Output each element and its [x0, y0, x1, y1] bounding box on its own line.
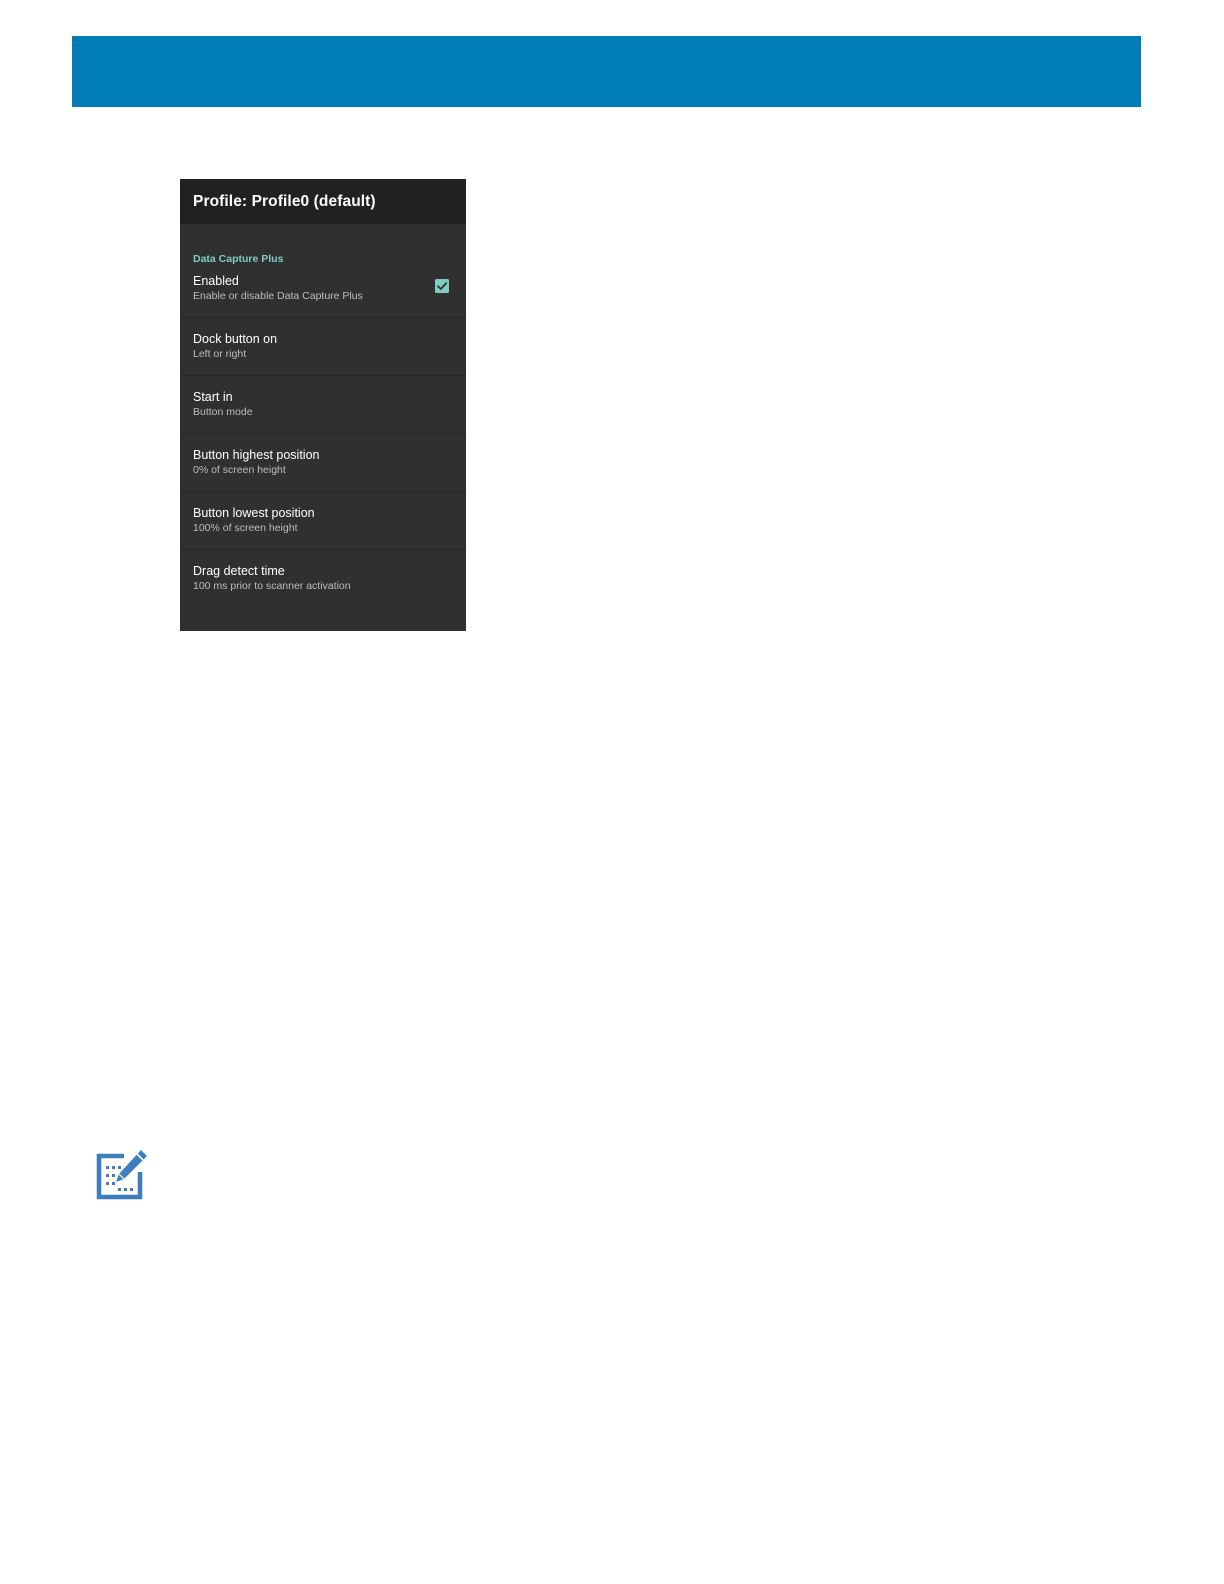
- pref-dock-button[interactable]: Dock button on Left or right: [180, 318, 466, 376]
- pref-title: Start in: [193, 390, 233, 404]
- pref-summary: Enable or disable Data Capture Plus: [193, 290, 363, 302]
- check-icon: [437, 282, 448, 290]
- preference-category: Data Capture Plus: [193, 253, 284, 265]
- pref-title: Enabled: [193, 274, 239, 288]
- pref-title: Button highest position: [193, 448, 320, 462]
- pref-title: Button lowest position: [193, 506, 315, 520]
- enabled-checkbox[interactable]: [435, 279, 449, 293]
- pref-summary: 0% of screen height: [193, 464, 286, 476]
- pref-title: Dock button on: [193, 332, 278, 346]
- pref-start-in[interactable]: Start in Button mode: [180, 376, 466, 434]
- pref-drag-detect-time[interactable]: Drag detect time 100 ms prior to scanner…: [180, 550, 466, 608]
- settings-screenshot: Profile: Profile0 (default) Data Capture…: [180, 179, 466, 631]
- pref-summary: 100% of screen height: [193, 522, 298, 534]
- note-pencil-icon: [96, 1150, 147, 1200]
- preference-list: Enabled Enable or disable Data Capture P…: [180, 272, 466, 608]
- pref-summary: Left or right: [193, 348, 247, 360]
- pref-button-lowest-position[interactable]: Button lowest position 100% of screen he…: [180, 492, 466, 550]
- pref-button-highest-position[interactable]: Button highest position 0% of screen hei…: [180, 434, 466, 492]
- app-bar: Profile: Profile0 (default): [180, 179, 466, 224]
- app-bar-title: Profile: Profile0 (default): [193, 192, 376, 210]
- pref-enabled[interactable]: Enabled Enable or disable Data Capture P…: [180, 272, 466, 318]
- pref-summary: Button mode: [193, 406, 253, 418]
- pref-summary: 100 ms prior to scanner activation: [193, 580, 351, 592]
- pref-title: Drag detect time: [193, 564, 285, 578]
- header-band: [72, 36, 1141, 107]
